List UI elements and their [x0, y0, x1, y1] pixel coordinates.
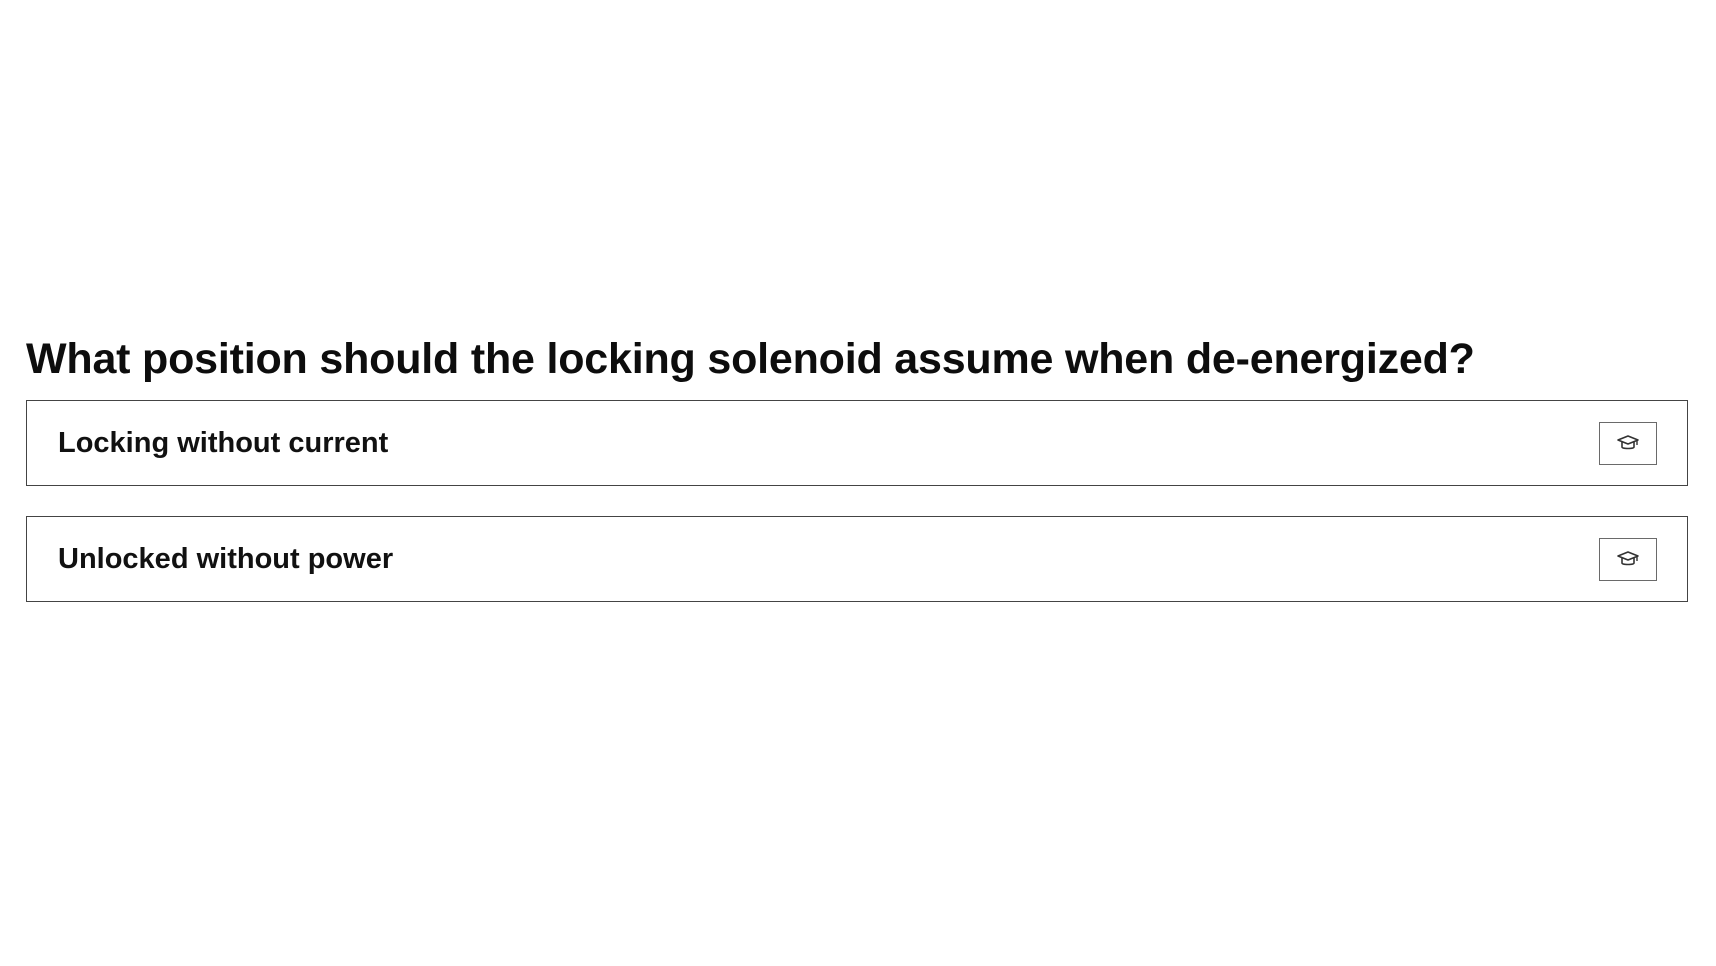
question-title: What position should the locking solenoi…: [26, 335, 1475, 383]
answer-label: Unlocked without power: [58, 542, 394, 575]
quiz-panel: What position should the locking solenoi…: [26, 330, 1688, 632]
answer-label: Locking without current: [58, 426, 389, 459]
learn-more-button[interactable]: [1599, 421, 1657, 465]
graduation-cap-icon: [1617, 551, 1639, 566]
answer-option-unlocked-without-power[interactable]: Unlocked without power: [26, 516, 1688, 602]
learn-more-button[interactable]: [1599, 537, 1657, 581]
answer-option-locking-without-current[interactable]: Locking without current: [26, 400, 1688, 486]
answer-list: Locking without current Unlocked without…: [26, 400, 1688, 602]
graduation-cap-icon: [1617, 435, 1639, 450]
